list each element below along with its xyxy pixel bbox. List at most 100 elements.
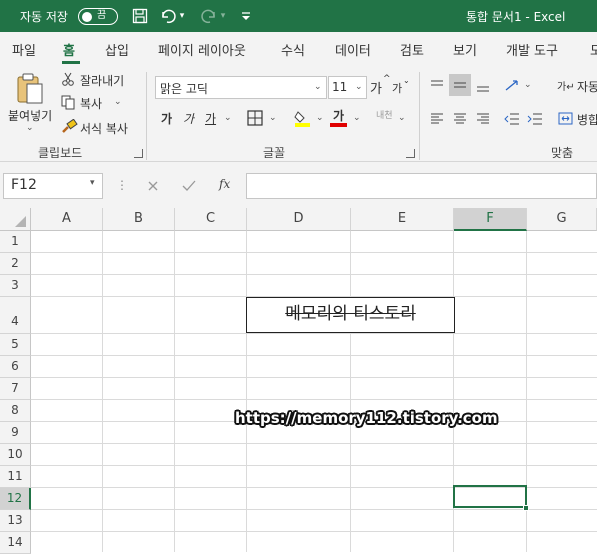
row-header-7[interactable]: 7 bbox=[0, 378, 31, 400]
selected-cell-f12[interactable] bbox=[453, 485, 527, 508]
autosave-label: 자동 저장 bbox=[20, 10, 68, 24]
gridline bbox=[31, 377, 597, 378]
ribbon-tabs: 파일 홈 삽입 페이지 레이아웃 수식 데이터 검토 보기 개발 도구 도 bbox=[0, 32, 597, 66]
tab-formulas[interactable]: 수식 bbox=[281, 40, 305, 59]
bold-button[interactable]: 가 bbox=[161, 110, 172, 127]
copy-dropdown-icon[interactable]: ⌄ bbox=[114, 97, 122, 107]
row-header-13[interactable]: 13 bbox=[0, 510, 31, 532]
underline-dropdown-icon[interactable]: ⌄ bbox=[224, 113, 232, 123]
align-middle-icon[interactable] bbox=[449, 74, 471, 96]
select-all-corner[interactable] bbox=[0, 208, 31, 231]
column-header-f[interactable]: F bbox=[454, 208, 527, 231]
row-header-2[interactable]: 2 bbox=[0, 253, 31, 275]
paste-icon[interactable] bbox=[14, 71, 46, 107]
row-header-3[interactable]: 3 bbox=[0, 275, 31, 297]
format-painter-icon[interactable] bbox=[60, 118, 78, 134]
row-header-6[interactable]: 6 bbox=[0, 356, 31, 378]
tab-data[interactable]: 데이터 bbox=[335, 40, 371, 59]
gridline bbox=[31, 443, 597, 444]
row-header-4[interactable]: 4 bbox=[0, 297, 31, 334]
row-header-8[interactable]: 8 bbox=[0, 400, 31, 422]
cell-d4[interactable]: 메모리의 티스토리 bbox=[246, 297, 455, 333]
name-box-dropdown-icon[interactable]: ▾ bbox=[90, 178, 95, 188]
decrease-indent-icon[interactable] bbox=[503, 110, 521, 128]
grow-font-button[interactable]: 가 bbox=[370, 78, 382, 97]
copy-label[interactable]: 복사 bbox=[80, 95, 102, 112]
gridline bbox=[31, 355, 597, 356]
column-header-e[interactable]: E bbox=[351, 208, 454, 231]
copy-icon[interactable] bbox=[60, 94, 76, 110]
merge-center-icon[interactable] bbox=[557, 110, 573, 126]
formula-input[interactable] bbox=[246, 173, 597, 199]
row-header-11[interactable]: 11 bbox=[0, 466, 31, 488]
column-header-g[interactable]: G bbox=[527, 208, 597, 231]
italic-button[interactable]: 가 bbox=[183, 110, 194, 127]
formula-bar-handle-icon[interactable]: ⋮ bbox=[116, 178, 128, 192]
font-size-dropdown-icon[interactable]: ⌄ bbox=[355, 82, 363, 92]
column-header-c[interactable]: C bbox=[175, 208, 247, 231]
paste-label[interactable]: 붙여넣기 bbox=[8, 107, 52, 124]
align-top-icon[interactable] bbox=[428, 76, 446, 94]
wrap-text-icon[interactable]: 가↵ bbox=[557, 78, 575, 93]
increase-indent-icon[interactable] bbox=[526, 110, 544, 128]
insert-function-icon[interactable]: fx bbox=[219, 177, 230, 191]
row-header-1[interactable]: 1 bbox=[0, 231, 31, 253]
borders-icon[interactable] bbox=[246, 109, 264, 127]
underline-button[interactable]: 가 bbox=[205, 110, 216, 127]
orientation-icon[interactable] bbox=[503, 76, 521, 94]
wrap-text-label[interactable]: 자동 bbox=[577, 78, 597, 95]
column-header-b[interactable]: B bbox=[103, 208, 175, 231]
font-color-dropdown-icon[interactable]: ⌄ bbox=[353, 113, 361, 123]
fill-handle[interactable] bbox=[523, 505, 529, 511]
tab-home[interactable]: 홈 bbox=[63, 40, 75, 59]
font-size-combobox[interactable]: 11 ⌄ bbox=[328, 76, 367, 99]
tab-view[interactable]: 보기 bbox=[453, 40, 477, 59]
font-name-combobox[interactable]: 맑은 고딕 ⌄ bbox=[155, 76, 327, 99]
font-launcher-icon[interactable] bbox=[406, 149, 415, 158]
row-header-5[interactable]: 5 bbox=[0, 334, 31, 356]
merge-center-label[interactable]: 병합 bbox=[577, 111, 597, 128]
row-header-10[interactable]: 10 bbox=[0, 444, 31, 466]
column-header-d[interactable]: D bbox=[247, 208, 351, 231]
phonetic-dropdown-icon[interactable]: ⌄ bbox=[398, 113, 406, 123]
row-header-14[interactable]: 14 bbox=[0, 532, 31, 554]
align-bottom-icon[interactable] bbox=[474, 78, 492, 96]
customize-toolbar-icon[interactable] bbox=[236, 6, 256, 26]
tab-page-layout[interactable]: 페이지 레이아웃 bbox=[158, 40, 246, 59]
font-name-dropdown-icon[interactable]: ⌄ bbox=[314, 82, 322, 92]
format-painter-label[interactable]: 서식 복사 bbox=[80, 120, 128, 137]
align-center-icon[interactable] bbox=[451, 110, 469, 128]
shrink-font-button[interactable]: 가 bbox=[392, 80, 402, 96]
save-icon[interactable] bbox=[130, 6, 150, 26]
toggle-knob bbox=[82, 11, 92, 22]
align-right-icon[interactable] bbox=[474, 110, 492, 128]
paste-dropdown-icon[interactable]: ⌄ bbox=[26, 123, 34, 133]
tab-help[interactable]: 도 bbox=[590, 40, 597, 59]
fill-color-dropdown-icon[interactable]: ⌄ bbox=[316, 113, 324, 123]
tab-review[interactable]: 검토 bbox=[400, 40, 424, 59]
undo-dropdown-icon[interactable]: ▾ bbox=[176, 6, 188, 26]
font-group-label: 글꼴 bbox=[263, 146, 286, 160]
tab-file[interactable]: 파일 bbox=[12, 40, 36, 59]
tab-developer[interactable]: 개발 도구 bbox=[506, 40, 558, 59]
tab-insert[interactable]: 삽입 bbox=[105, 40, 129, 59]
enter-icon[interactable] bbox=[178, 175, 200, 197]
borders-dropdown-icon[interactable]: ⌄ bbox=[269, 113, 277, 123]
row-header-12[interactable]: 12 bbox=[0, 488, 31, 510]
gridline bbox=[102, 231, 103, 552]
autosave-toggle[interactable]: 끔 bbox=[78, 8, 118, 25]
name-box[interactable]: F12 ▾ bbox=[3, 173, 103, 199]
fill-color-icon[interactable] bbox=[294, 108, 312, 128]
watermark-text: https://memory112.tistory.com bbox=[235, 409, 498, 427]
column-header-a[interactable]: A bbox=[31, 208, 103, 231]
undo-icon[interactable] bbox=[158, 6, 178, 26]
align-left-icon[interactable] bbox=[428, 110, 446, 128]
orientation-dropdown-icon[interactable]: ⌄ bbox=[524, 80, 532, 90]
font-color-button[interactable]: 가 bbox=[333, 107, 344, 124]
clipboard-launcher-icon[interactable] bbox=[134, 149, 143, 158]
cut-icon[interactable] bbox=[60, 71, 76, 87]
cancel-icon[interactable] bbox=[142, 175, 164, 197]
row-header-9[interactable]: 9 bbox=[0, 422, 31, 444]
phonetic-button[interactable]: 내천 bbox=[376, 108, 393, 121]
cut-label[interactable]: 잘라내기 bbox=[80, 72, 124, 89]
